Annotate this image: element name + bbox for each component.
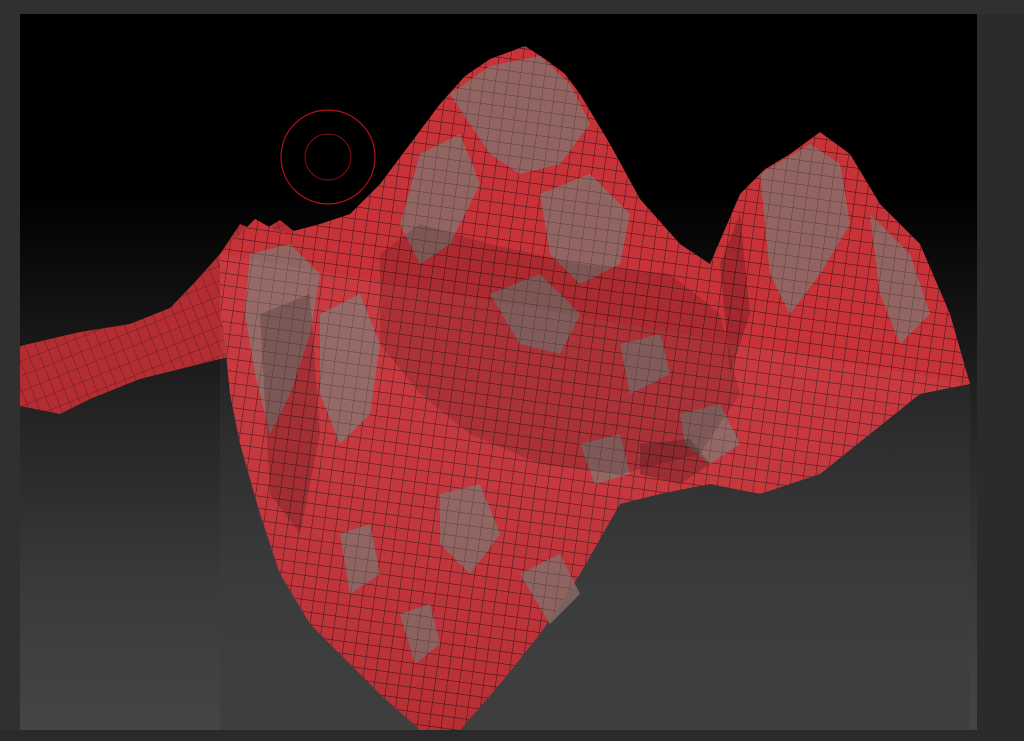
sculpt-viewport[interactable] [20, 14, 977, 730]
app-window [0, 0, 1024, 741]
brush-cursor-icon [280, 109, 376, 205]
right-side-panel [977, 14, 1024, 730]
terrain-mesh[interactable] [20, 46, 970, 730]
bottom-tray [0, 730, 1024, 741]
scene-canvas[interactable] [20, 14, 977, 730]
